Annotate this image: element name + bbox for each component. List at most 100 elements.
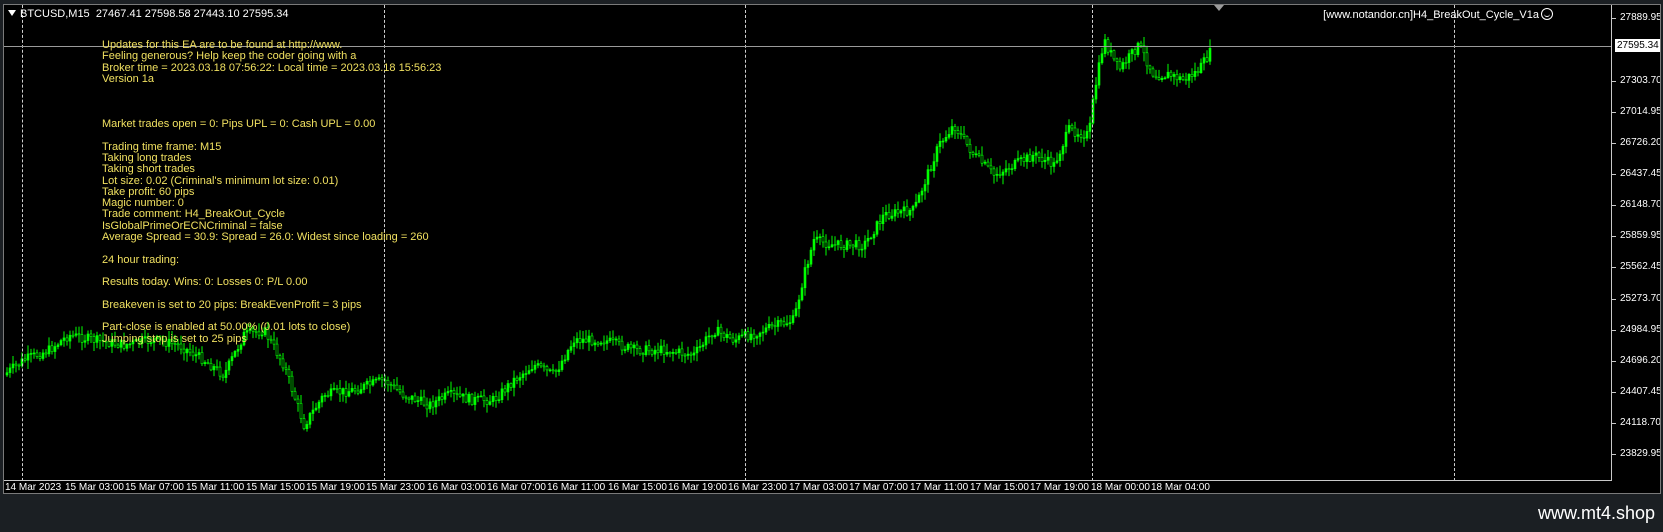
candle [761, 325, 765, 342]
candle [368, 376, 372, 394]
candle [668, 351, 672, 358]
candle [191, 344, 195, 361]
candle [1154, 69, 1158, 80]
time-tick-label: 17 Mar 19:00 [1030, 482, 1089, 493]
candle [488, 395, 492, 406]
candle [803, 259, 807, 296]
candle [359, 382, 363, 395]
candle [794, 302, 798, 318]
candle [1175, 69, 1179, 87]
ea-info-panel: Updates for this EA are to be found at h… [102, 39, 441, 345]
candle [425, 397, 429, 418]
candle [1073, 121, 1077, 143]
caret-down-icon[interactable] [8, 10, 16, 16]
info-line: Taking short trades [102, 163, 195, 176]
price-tick-label: 27889.95 [1620, 12, 1661, 23]
candle [665, 343, 669, 357]
candle [722, 331, 726, 342]
plot-area[interactable]: BTCUSD,M15 27467.41 27598.58 27443.10 27… [4, 5, 1612, 481]
candle [689, 351, 693, 363]
candle [401, 385, 405, 400]
candle [677, 345, 681, 359]
candle [866, 229, 870, 247]
smile-icon[interactable] [1541, 8, 1553, 20]
candle [863, 235, 867, 258]
price-tick [1612, 330, 1616, 331]
time-tick-label: 18 Mar 04:00 [1151, 482, 1210, 493]
candle [392, 379, 396, 390]
price-tick [1612, 454, 1616, 455]
candle [767, 316, 771, 331]
candle [338, 380, 342, 402]
candle [587, 329, 591, 351]
ohlc-values: 27467.41 27598.58 27443.10 27595.34 [95, 8, 289, 20]
time-axis[interactable]: 14 Mar 2023 15 Mar 03:00 15 Mar 07:00 15 Ma… [4, 481, 1612, 493]
candle [503, 385, 507, 397]
candle [527, 364, 531, 375]
info-line [102, 85, 441, 96]
info-line: Jumping stop is set to 25 pips [102, 332, 247, 345]
candle [53, 342, 57, 359]
candle [437, 389, 441, 407]
candle [362, 382, 366, 394]
candle [467, 391, 471, 406]
candle [347, 383, 351, 398]
candle [386, 376, 390, 392]
candle [56, 342, 60, 350]
candle [977, 150, 981, 158]
candle [374, 376, 378, 384]
candle [1163, 76, 1167, 80]
candle [326, 390, 330, 398]
price-tick [1612, 81, 1616, 82]
candle [23, 354, 27, 363]
candle [395, 377, 399, 392]
candle [1181, 73, 1185, 82]
candle [1172, 71, 1176, 85]
price-tick-label: 24696.20 [1620, 355, 1661, 366]
candle [1112, 49, 1116, 62]
candle [809, 247, 813, 267]
time-tick-label: 15 Mar 23:00 [366, 482, 425, 493]
candle [209, 358, 213, 372]
candle [632, 342, 636, 357]
candle [638, 345, 642, 356]
candle [77, 326, 81, 343]
candle [782, 316, 786, 328]
candle [1202, 53, 1206, 71]
candle [827, 239, 831, 251]
candle [563, 354, 567, 364]
price-tick [1612, 361, 1616, 362]
time-tick-label: 14 Mar 2023 [5, 482, 62, 493]
candle [800, 283, 804, 302]
candle [1196, 66, 1200, 77]
time-tick-label: 16 Mar 19:00 [668, 482, 727, 493]
chart-shift-marker[interactable] [1214, 5, 1224, 11]
candle [1085, 125, 1089, 142]
candle [1079, 129, 1083, 143]
candle [599, 340, 603, 347]
candle [236, 344, 240, 357]
candle [908, 208, 912, 221]
candle [881, 207, 885, 231]
info-line [102, 96, 441, 107]
candle [218, 361, 222, 381]
candle [647, 339, 651, 356]
candle [683, 353, 687, 364]
chart-window[interactable]: BTCUSD,M15 27467.41 27598.58 27443.10 27… [3, 4, 1661, 494]
candle [950, 119, 954, 138]
candle [776, 316, 780, 332]
candle [617, 335, 621, 346]
candle [710, 334, 714, 345]
candle [413, 392, 417, 403]
candle [530, 360, 534, 373]
candle [734, 333, 738, 348]
price-tick-label: 25562.45 [1620, 261, 1661, 272]
candle [608, 331, 612, 343]
candle [653, 345, 657, 362]
candle [86, 330, 90, 345]
price-axis[interactable]: 27595.34 27889.95 27303.70 27014.95 26726.2… [1612, 5, 1661, 481]
time-tick-label: 15 Mar 03:00 [65, 482, 124, 493]
candle [1142, 37, 1146, 62]
candle [1022, 152, 1026, 167]
candle [716, 319, 720, 337]
